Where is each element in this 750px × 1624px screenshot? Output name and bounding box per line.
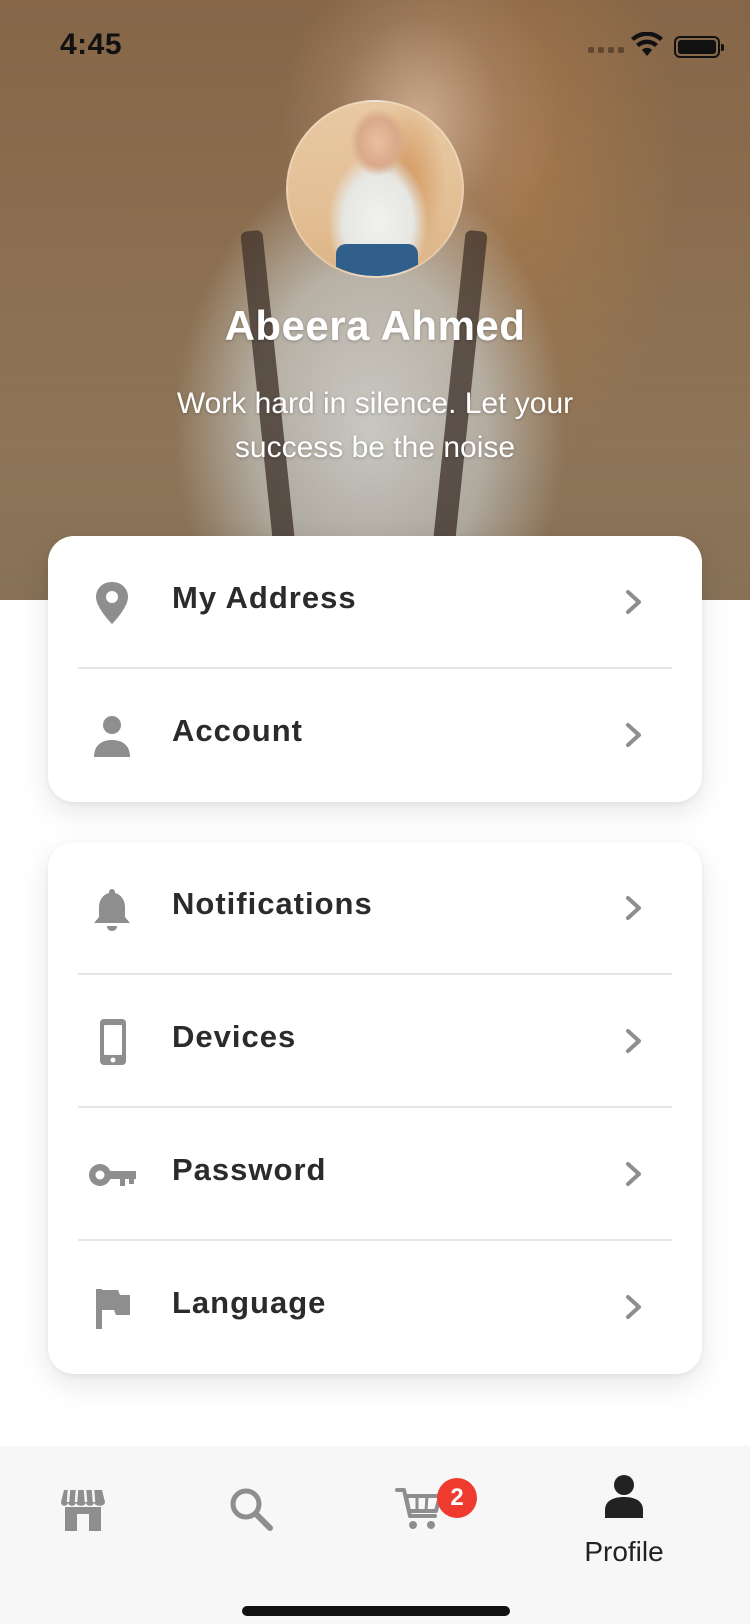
menu-item-label: Language (172, 1285, 327, 1320)
menu-item-label: Notifications (172, 886, 373, 921)
battery-icon (674, 36, 724, 58)
bell-icon (94, 889, 130, 931)
home-indicator (242, 1606, 510, 1616)
flag-icon (96, 1289, 130, 1329)
chevron-right-icon (626, 723, 641, 747)
chevron-right-icon (626, 896, 641, 920)
person-icon (94, 716, 130, 757)
store-icon (61, 1489, 105, 1531)
tab-profile[interactable]: Profile (564, 1446, 684, 1586)
tab-cart[interactable]: 2 (359, 1446, 479, 1586)
menu-item-notifications[interactable]: Notifications (48, 842, 702, 975)
phone-icon (100, 1019, 126, 1065)
cart-icon (395, 1488, 442, 1529)
location-pin-icon (96, 582, 128, 624)
cart-count-badge: 2 (437, 1478, 477, 1518)
chevron-right-icon (626, 590, 641, 614)
status-time: 4:45 (60, 28, 123, 61)
profile-name: Abeera Ahmed (224, 302, 526, 349)
status-bar: 4:45 (0, 0, 750, 92)
chevron-right-icon (626, 1162, 641, 1186)
person-icon (605, 1475, 643, 1518)
menu-item-password[interactable]: Password (48, 1108, 702, 1241)
menu-item-label: Account (172, 713, 303, 748)
menu-item-my-address[interactable]: My Address (48, 536, 702, 669)
bottom-tab-bar: 2 Profile (0, 1446, 750, 1624)
tab-profile-label: Profile (584, 1536, 664, 1567)
tab-search[interactable] (191, 1446, 311, 1586)
key-icon (89, 1164, 136, 1186)
menu-item-account[interactable]: Account (48, 669, 702, 802)
menu-item-label: Password (172, 1152, 327, 1187)
search-icon (230, 1488, 273, 1531)
chevron-right-icon (626, 1029, 641, 1053)
menu-card-primary: My Address Account (48, 536, 702, 802)
menu-item-devices[interactable]: Devices (48, 975, 702, 1108)
menu-item-label: My Address (172, 580, 357, 615)
wifi-icon (631, 32, 663, 56)
menu-card-settings: Notifications Devices Password Language (48, 842, 702, 1374)
chevron-right-icon (626, 1295, 641, 1319)
menu-item-language[interactable]: Language (48, 1241, 702, 1374)
profile-quote: Work hard in silence. Let your success b… (176, 387, 574, 464)
menu-item-label: Devices (172, 1019, 297, 1054)
tab-store[interactable] (23, 1446, 143, 1586)
cellular-signal-icon (588, 47, 624, 55)
avatar[interactable] (286, 100, 464, 278)
